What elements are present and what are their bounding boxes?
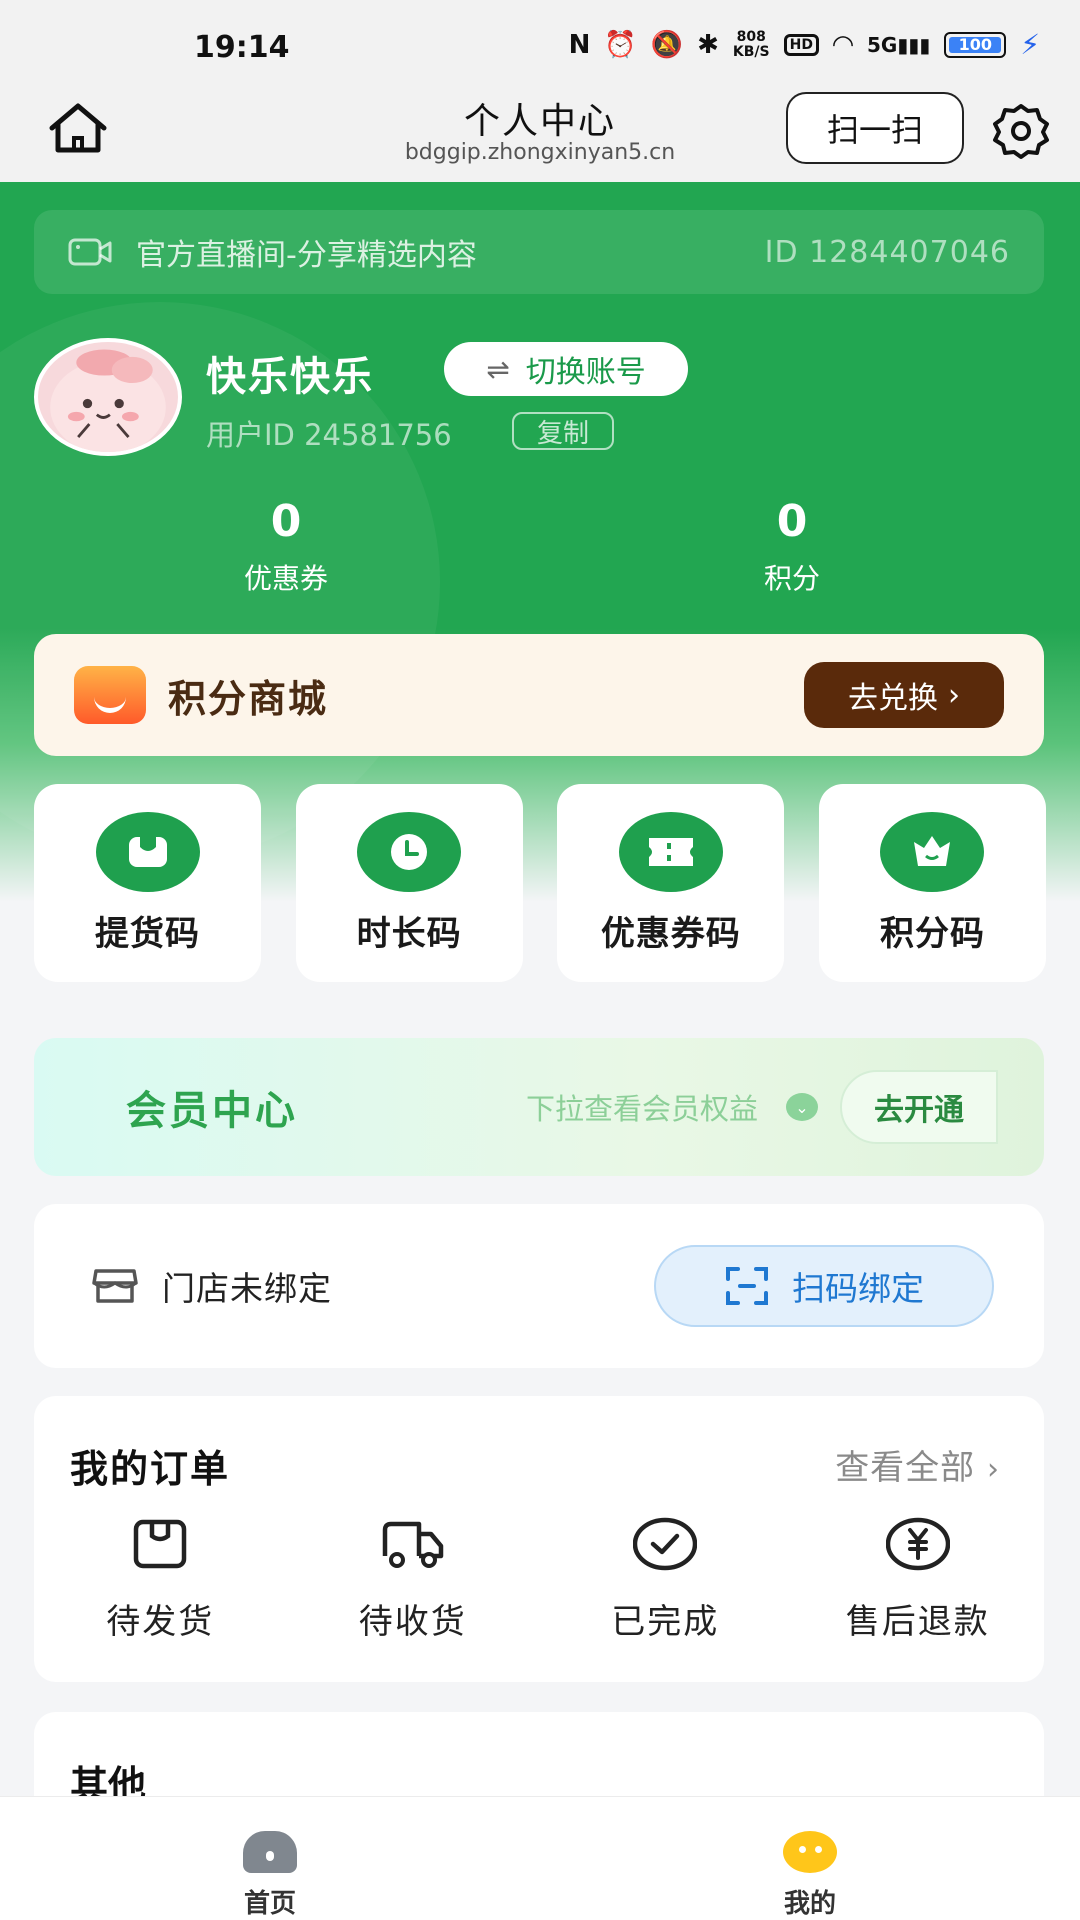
tile-pickup-code[interactable]: 提货码 [34,784,261,982]
store-icon [92,1269,138,1303]
truck-icon [382,1521,443,1568]
user-name: 快乐快乐 [206,354,374,400]
coupon-stat[interactable]: 0 优惠券 [176,496,396,597]
yen-circle-icon [885,1517,950,1571]
hd-badge: HD [783,33,819,56]
code-tiles: 提货码 时长码 优惠券码 积分码 [34,784,1046,982]
live-room-id: ID 1284407046 [764,234,1010,270]
tile-coupon-code[interactable]: 优惠券码 [557,784,785,982]
live-room-label: 官方直播间-分享精选内容 [136,238,477,273]
battery-indicator: 100 [944,31,1007,58]
my-orders-card: 我的订单 查看全部 › 待发货 待收货 已完成 售后退款 [34,1396,1044,1682]
order-after-sale-refund[interactable]: 售后退款 [792,1516,1045,1643]
crown-icon [880,812,985,892]
copy-id-button[interactable]: 复制 [512,412,614,450]
scan-button[interactable]: 扫一扫 [786,92,964,164]
home-icon [243,1831,297,1873]
tile-label: 提货码 [95,914,200,954]
scan-icon [726,1267,768,1305]
chevron-down-icon[interactable]: ⌄ [786,1093,818,1121]
view-all-orders-link[interactable]: 查看全部 › [835,1440,1000,1489]
status-time: 19:14 [194,30,290,65]
status-icons: N ⏰ 🔕 ✱ 808 KB/S HD ◠ 5G▮▮▮ 100 ⚡ [569,28,1040,61]
activate-membership-button[interactable]: 去开通 [840,1070,998,1144]
tile-label: 优惠券码 [600,914,741,954]
ticket-icon [618,812,723,892]
chevron-right-icon: › [987,1452,1000,1487]
member-center-title: 会员中心 [126,1088,298,1134]
points-mall-card[interactable]: 积分商城 去兑换 › [34,634,1044,756]
tile-points-code[interactable]: 积分码 [818,784,1046,982]
points-count: 0 [776,496,808,547]
switch-account-label: 切换账号 [525,355,646,390]
bluetooth-icon: ✱ [697,29,719,60]
mute-icon: 🔕 [650,29,684,60]
order-pending-receipt[interactable]: 待收货 [287,1516,540,1643]
shop-bag-icon [74,666,146,724]
tile-label: 时长码 [356,914,462,954]
bottom-nav: 首页 我的 [0,1796,1080,1920]
orders-title: 我的订单 [70,1447,231,1491]
member-hint: 下拉查看会员权益 [525,1092,758,1126]
coupon-label: 优惠券 [243,562,328,595]
switch-account-button[interactable]: ⇌ 切换账号 [444,342,688,396]
top-bar: 19:14 N ⏰ 🔕 ✱ 808 KB/S HD ◠ 5G▮▮▮ 100 ⚡ 个… [0,0,1080,182]
video-camera-icon [68,238,112,266]
tile-duration-code[interactable]: 时长码 [295,784,523,982]
bag-icon [95,812,200,892]
user-id: 用户ID 24581756 [206,418,452,452]
store-status: 门店未绑定 [162,1269,332,1308]
network-signal: 5G▮▮▮ [866,32,931,57]
order-pending-shipment[interactable]: 待发货 [34,1516,287,1643]
member-center-card[interactable]: 会员中心 下拉查看会员权益 ⌄ 去开通 [34,1038,1044,1176]
redeem-button[interactable]: 去兑换 › [804,662,1004,728]
nav-profile[interactable]: 我的 [540,1797,1080,1920]
nfc-icon: N [568,29,591,60]
package-icon [134,1519,187,1569]
nav-home[interactable]: 首页 [0,1797,540,1920]
settings-icon[interactable] [992,102,1050,160]
avatar-image [50,349,166,452]
live-room-bar[interactable]: 官方直播间-分享精选内容 ID 1284407046 [34,210,1044,294]
profile-icon [783,1831,837,1873]
net-speed: 808 KB/S [732,28,770,60]
avatar[interactable] [34,338,182,456]
order-completed[interactable]: 已完成 [539,1516,792,1643]
scan-bind-button[interactable]: 扫码绑定 [654,1245,994,1327]
chevron-right-icon: › [948,677,960,713]
points-stat[interactable]: 0 积分 [682,496,902,597]
store-binding-card: 门店未绑定 扫码绑定 [34,1204,1044,1368]
tile-label: 积分码 [879,914,985,954]
clock-icon [357,812,462,892]
alarm-icon: ⏰ [604,29,637,60]
check-circle-icon [633,1517,698,1571]
wifi-icon: ◠ [832,29,853,60]
swap-icon: ⇌ [486,352,510,386]
points-mall-title: 积分商城 [168,676,329,721]
points-label: 积分 [763,562,820,595]
coupon-count: 0 [270,496,302,547]
charging-icon: ⚡ [1020,28,1040,61]
